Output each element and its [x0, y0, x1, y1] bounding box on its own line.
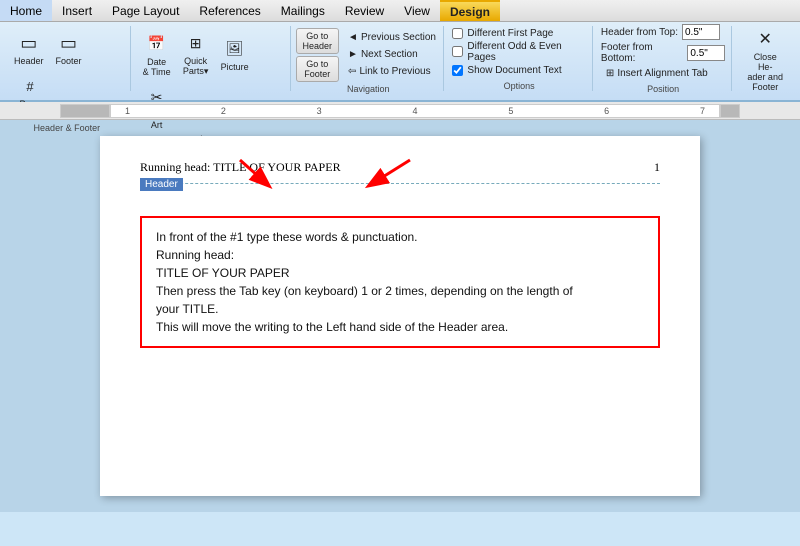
ribbon-group-options: Different First Page Different Odd & Eve… [446, 26, 593, 91]
ruler-inner: 1 2 3 4 5 6 7 [110, 104, 720, 118]
menu-bar: Home Insert Page Layout References Maili… [0, 0, 800, 22]
page-header: Running head: TITLE OF YOUR PAPER 1 [140, 156, 660, 184]
ribbon-group-insert: 📅 Date& Time ⊞ QuickParts▾ 🖼 Picture ✂ C… [133, 26, 291, 91]
show-document-text-row: Show Document Text [452, 65, 586, 76]
page-number-icon: # [16, 73, 44, 99]
header-from-top-input[interactable] [682, 24, 720, 40]
picture-button[interactable]: 🖼 Picture [217, 34, 253, 74]
previous-section-button[interactable]: ◄ Previous Section [343, 30, 441, 45]
ribbon-group-header-footer: ▭ Header ▭ Footer # PageNumber Header & … [4, 26, 131, 91]
insert-alignment-tab-row: ⊞ Insert Alignment Tab [601, 66, 725, 81]
ruler: 1 2 3 4 5 6 7 [0, 102, 800, 120]
show-document-text-checkbox[interactable] [452, 65, 463, 76]
date-time-button[interactable]: 📅 Date& Time [139, 29, 175, 79]
group-label-options: Options [452, 81, 586, 91]
document-area: Running head: TITLE OF YOUR PAPER 1 Head… [0, 120, 800, 512]
instruction-line4: Then press the Tab key (on keyboard) 1 o… [156, 282, 644, 300]
footer-from-bottom-row: Footer from Bottom: [601, 42, 725, 64]
header-button[interactable]: ▭ Header [10, 28, 48, 68]
instruction-line6: This will move the writing to the Left h… [156, 318, 644, 336]
instruction-line1: In front of the #1 type these words & pu… [156, 228, 644, 246]
header-label-badge: Header [140, 178, 183, 191]
menu-mailings[interactable]: Mailings [271, 0, 335, 21]
header-icon: ▭ [15, 30, 43, 56]
go-to-footer-button[interactable]: Go toFooter [296, 56, 340, 82]
different-first-page-checkbox[interactable] [452, 28, 463, 39]
instruction-line3: TITLE OF YOUR PAPER [156, 264, 644, 282]
ribbon-group-position: Header from Top: Footer from Bottom: ⊞ I… [595, 26, 732, 91]
menu-insert[interactable]: Insert [52, 0, 102, 21]
footer-button[interactable]: ▭ Footer [51, 28, 87, 68]
date-icon: 📅 [143, 31, 171, 57]
insert-alignment-tab-button[interactable]: ⊞ Insert Alignment Tab [601, 66, 713, 81]
ribbon-group-navigation: Go toHeader Go toFooter ◄ Previous Secti… [293, 26, 444, 91]
quick-parts-button[interactable]: ⊞ QuickParts▾ [178, 28, 214, 79]
footer-from-bottom-input[interactable] [687, 45, 725, 61]
menu-view[interactable]: View [394, 0, 440, 21]
link-to-previous-button[interactable]: ⇦ Link to Previous [343, 64, 441, 79]
ribbon: ▭ Header ▭ Footer # PageNumber Header & … [0, 22, 800, 102]
next-section-button[interactable]: ► Next Section [343, 47, 441, 62]
header-from-top-row: Header from Top: [601, 24, 725, 40]
instruction-box: In front of the #1 type these words & pu… [140, 216, 660, 348]
menu-page-layout[interactable]: Page Layout [102, 0, 189, 21]
instruction-line2: Running head: [156, 246, 644, 264]
different-odd-even-checkbox[interactable] [452, 46, 463, 57]
close-hf-icon: ✕ [751, 26, 779, 52]
different-odd-even-row: Different Odd & Even Pages [452, 41, 586, 63]
menu-references[interactable]: References [189, 0, 270, 21]
instruction-line5: your TITLE. [156, 300, 644, 318]
menu-home[interactable]: Home [0, 0, 52, 21]
quick-parts-icon: ⊞ [182, 30, 210, 56]
close-header-footer-button[interactable]: ✕ Close He-ader andFooter [742, 24, 788, 94]
page-number-display: 1 [654, 156, 660, 175]
page: Running head: TITLE OF YOUR PAPER 1 Head… [100, 136, 700, 496]
group-label-navigation: Navigation [347, 84, 390, 94]
menu-design[interactable]: Design [440, 0, 500, 21]
menu-review[interactable]: Review [335, 0, 394, 21]
different-first-page-row: Different First Page [452, 28, 586, 39]
running-head-text: Running head: TITLE OF YOUR PAPER [140, 156, 341, 175]
group-label-hf: Header & Footer [34, 123, 101, 133]
footer-icon: ▭ [55, 30, 83, 56]
group-label-position: Position [601, 84, 725, 94]
go-to-header-button[interactable]: Go toHeader [296, 28, 340, 54]
ribbon-group-close: ✕ Close He-ader andFooter [734, 26, 796, 91]
picture-icon: 🖼 [221, 36, 249, 62]
